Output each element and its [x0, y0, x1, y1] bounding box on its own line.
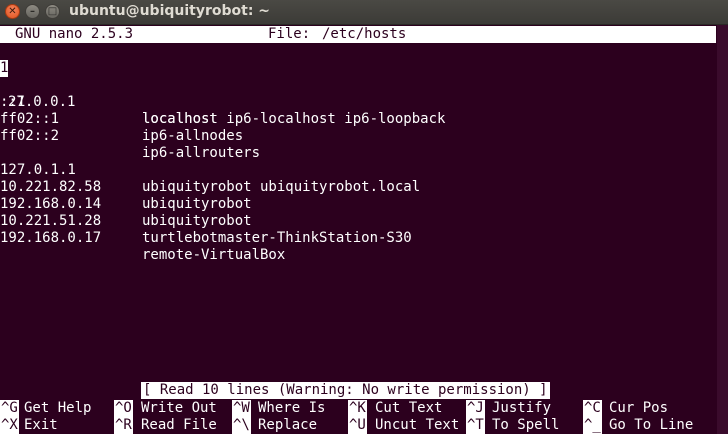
shortcut-key: ^X	[0, 417, 19, 434]
shortcut-go-to-line[interactable]: Go To Line	[609, 417, 693, 434]
status-message: [ Read 10 lines (Warning: No write permi…	[141, 382, 550, 399]
minimize-window-button[interactable]: –	[25, 4, 40, 19]
terminal-area[interactable]: GNU nano 2.5.3 File: /etc/hosts 1 27.0.0…	[0, 25, 728, 434]
file-label: File:	[268, 26, 311, 42]
file-path: /etc/hosts	[322, 26, 407, 42]
shortcut-key: ^W	[232, 400, 251, 417]
terminal-window: ✕ – □ ubuntu@ubiquityrobot: ~ GNU nano 2…	[0, 0, 728, 434]
hosts-hostname: ubiquityrobot	[142, 196, 252, 212]
shortcut-to-spell[interactable]: To Spell	[492, 417, 559, 434]
hosts-line[interactable]: 192.168.0.17 remote-VirtualBox	[0, 213, 285, 263]
shortcut-key: ^K	[348, 400, 367, 417]
hosts-line[interactable]: ::1 localhost ip6-localhost ip6-loopback	[0, 77, 445, 127]
text-cursor: 1	[0, 60, 9, 77]
minimize-icon: –	[30, 5, 35, 17]
hosts-line-blank[interactable]	[0, 128, 51, 145]
hosts-line[interactable]: 1 27.0.0.1 localhost	[0, 60, 218, 127]
close-window-button[interactable]: ✕	[5, 4, 20, 19]
shortcut-key: ^C	[583, 400, 602, 417]
hosts-hostname: remote-VirtualBox	[142, 247, 286, 263]
hosts-hostname: ip6-allnodes	[142, 128, 244, 144]
shortcut-get-help[interactable]: Get Help	[24, 400, 91, 417]
hosts-hostname: ubiquityrobot	[142, 213, 252, 229]
shortcut-key: ^R	[114, 417, 133, 434]
nano-header-bar: GNU nano 2.5.3 File: /etc/hosts	[0, 26, 716, 43]
shortcut-cut-text[interactable]: Cut Text	[375, 400, 442, 417]
shortcut-exit[interactable]: Exit	[24, 417, 58, 434]
hosts-line[interactable]: 127.0.1.1 ubiquityrobot ubiquityrobot.lo…	[0, 145, 420, 195]
shortcut-where-is[interactable]: Where Is	[258, 400, 325, 417]
shortcut-justify[interactable]: Justify	[492, 400, 551, 417]
nano-version: GNU nano 2.5.3	[15, 26, 134, 42]
shortcut-uncut-text[interactable]: Uncut Text	[375, 417, 459, 434]
shortcut-key: ^G	[0, 400, 19, 417]
shortcut-key: ^T	[466, 417, 485, 434]
shortcut-replace[interactable]: Replace	[258, 417, 317, 434]
shortcut-key: ^U	[348, 417, 367, 434]
shortcut-key: ^\	[232, 417, 251, 434]
hosts-line[interactable]: 10.221.82.58 ubiquityrobot	[0, 162, 252, 212]
window-title: ubuntu@ubiquityrobot: ~	[69, 3, 271, 19]
shortcut-cur-pos[interactable]: Cur Pos	[609, 400, 668, 417]
hosts-line[interactable]: 10.221.51.28 turtlebotmaster-ThinkStatio…	[0, 196, 412, 246]
hosts-line[interactable]: ff02::1 ip6-allnodes	[0, 94, 243, 144]
title-bar[interactable]: ✕ – □ ubuntu@ubiquityrobot: ~	[0, 0, 728, 25]
shortcut-key: ^J	[466, 400, 485, 417]
hosts-hostname: ubiquityrobot ubiquityrobot.local	[142, 179, 421, 195]
hosts-hostname: ip6-allrouters	[142, 145, 261, 161]
hosts-line[interactable]: ff02::2 ip6-allrouters	[0, 111, 260, 161]
maximize-icon: □	[47, 5, 58, 17]
shortcut-read-file[interactable]: Read File	[141, 417, 217, 434]
hosts-hostname: localhost ip6-localhost ip6-loopback	[142, 111, 446, 127]
close-icon: ✕	[8, 5, 17, 17]
shortcut-key: ^_	[583, 417, 602, 434]
hosts-ip: 192.168.0.17	[0, 230, 102, 246]
shortcut-write-out[interactable]: Write Out	[141, 400, 217, 417]
terminal-scrollbar[interactable]	[717, 25, 728, 434]
hosts-hostname: turtlebotmaster-ThinkStation-S30	[142, 230, 412, 246]
maximize-window-button[interactable]: □	[45, 4, 60, 19]
hosts-line[interactable]: 192.168.0.14 ubiquityrobot	[0, 179, 252, 229]
shortcut-key: ^O	[114, 400, 133, 417]
